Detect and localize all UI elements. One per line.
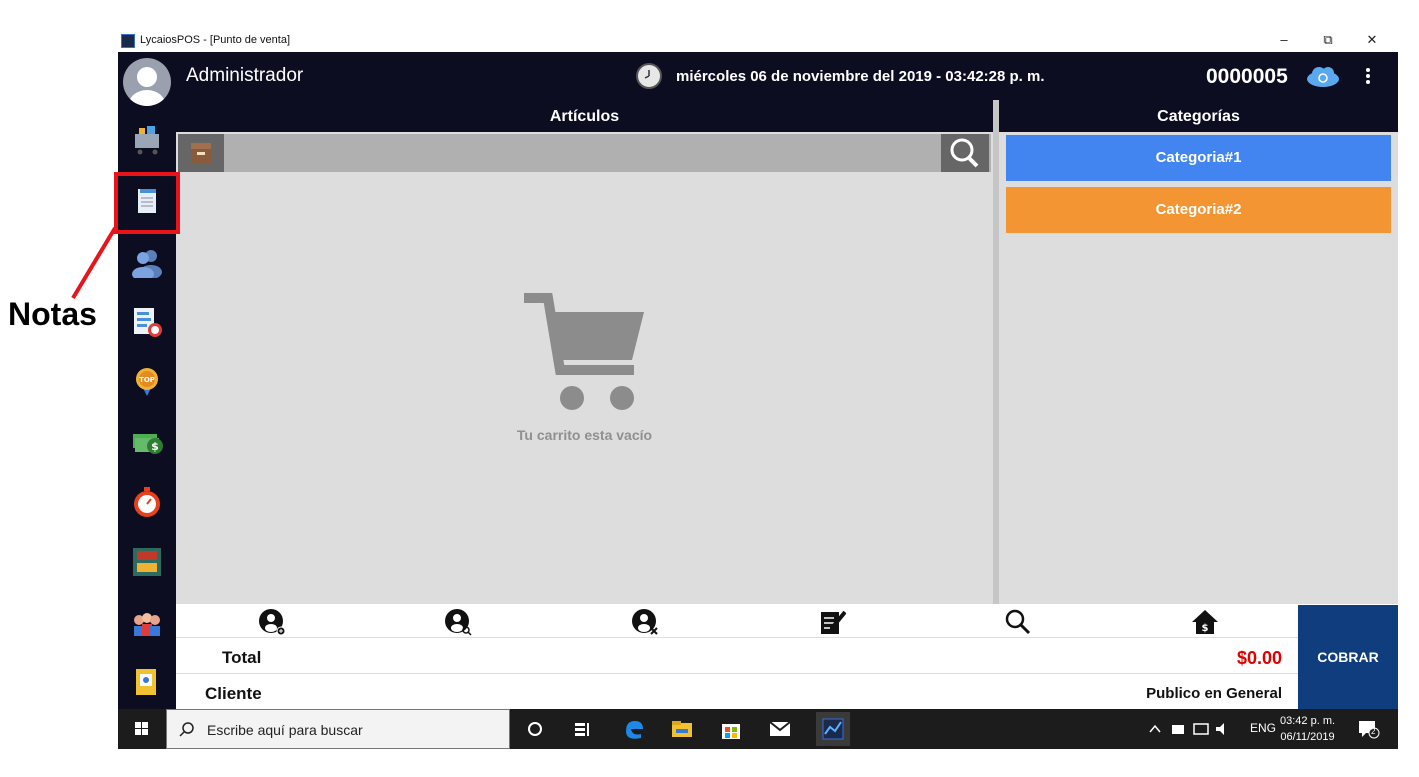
category-button-2[interactable]: Categoria#2 bbox=[1006, 187, 1391, 233]
windows-taskbar: Escribe aquí para buscar ENG 03:42 p. m.… bbox=[118, 709, 1398, 749]
articles-panel: Tu carrito esta vacío bbox=[176, 132, 993, 604]
timer-icon[interactable] bbox=[131, 486, 163, 518]
notas-arrow-line bbox=[71, 226, 117, 300]
categories-heading: Categorías bbox=[999, 100, 1398, 132]
cloud-sync-icon[interactable] bbox=[1306, 65, 1340, 87]
language-indicator[interactable]: ENG bbox=[1250, 721, 1276, 735]
top-badge-icon[interactable]: TOP bbox=[131, 366, 163, 398]
settings-doc-icon[interactable] bbox=[131, 666, 163, 698]
categories-panel: Categoria#1 Categoria#2 bbox=[999, 132, 1398, 604]
total-row: Total $0.00 bbox=[176, 638, 1298, 674]
client-row: Cliente Publico en General bbox=[176, 675, 1298, 709]
total-label: Total bbox=[222, 648, 262, 667]
store-icon[interactable] bbox=[719, 717, 743, 741]
money-icon[interactable]: $ bbox=[131, 426, 163, 458]
category-button-1[interactable]: Categoria#1 bbox=[1006, 135, 1391, 181]
client-label: Cliente bbox=[205, 684, 262, 703]
header-bar: Administrador miércoles 06 de noviembre … bbox=[176, 52, 1398, 100]
svg-text:$: $ bbox=[151, 440, 159, 453]
actions-toolbar: $ bbox=[176, 604, 1298, 638]
empty-cart-message: Tu carrito esta vacío bbox=[516, 427, 653, 443]
search-icon bbox=[179, 722, 194, 737]
notification-count: 2 bbox=[1371, 727, 1376, 736]
more-menu-icon[interactable] bbox=[1364, 66, 1372, 86]
file-explorer-icon[interactable] bbox=[670, 717, 694, 741]
taskbar-time: 03:42 p. m. bbox=[1280, 715, 1336, 727]
minimize-button[interactable]: – bbox=[1264, 30, 1304, 52]
clock-icon bbox=[636, 63, 662, 89]
restore-button[interactable]: ⧉ bbox=[1308, 30, 1348, 52]
svg-text:TOP: TOP bbox=[139, 376, 155, 384]
sale-number: 0000005 bbox=[1206, 65, 1288, 88]
mail-icon[interactable] bbox=[768, 717, 792, 741]
lycaiospos-taskbar-icon[interactable] bbox=[816, 712, 850, 746]
task-view-icon[interactable] bbox=[523, 717, 547, 741]
close-button[interactable]: ✕ bbox=[1352, 30, 1392, 52]
edge-browser-icon[interactable] bbox=[622, 717, 646, 741]
users-icon[interactable] bbox=[131, 608, 163, 640]
system-tray-icons[interactable] bbox=[1148, 721, 1238, 737]
taskbar-clock[interactable]: 03:42 p. m. 06/11/2019 bbox=[1280, 713, 1335, 745]
user-name: Administrador bbox=[186, 65, 304, 86]
total-value: $0.00 bbox=[1236, 648, 1282, 668]
search-client-icon[interactable] bbox=[444, 608, 472, 636]
taskbar-search-placeholder: Escribe aquí para buscar bbox=[207, 722, 363, 738]
notas-annotation-label: Notas bbox=[8, 296, 97, 332]
datetime-display: miércoles 06 de noviembre del 2019 - 03:… bbox=[676, 68, 1045, 85]
start-button[interactable] bbox=[118, 709, 166, 749]
timeline-icon[interactable] bbox=[570, 717, 594, 741]
svg-text:$: $ bbox=[1202, 623, 1209, 634]
cash-home-icon[interactable]: $ bbox=[1191, 608, 1219, 636]
add-client-icon[interactable] bbox=[258, 608, 286, 636]
taskbar-search-input[interactable]: Escribe aquí para buscar bbox=[166, 709, 510, 749]
window-titlebar: LycaiosPOS - [Punto de venta] – ⧉ ✕ bbox=[118, 30, 1398, 52]
notification-center-icon[interactable]: 2 bbox=[1358, 719, 1380, 739]
taskbar-date: 06/11/2019 bbox=[1280, 731, 1335, 743]
search-icon[interactable] bbox=[1004, 608, 1032, 636]
cobrar-button[interactable]: COBRAR bbox=[1298, 605, 1398, 709]
empty-cart-icon bbox=[516, 290, 656, 415]
search-button[interactable] bbox=[941, 134, 989, 172]
inventory-icon[interactable] bbox=[131, 546, 163, 578]
articles-heading: Artículos bbox=[176, 100, 993, 132]
edit-note-icon[interactable] bbox=[818, 608, 847, 636]
remove-client-icon[interactable] bbox=[631, 608, 659, 636]
article-search-input[interactable] bbox=[178, 134, 991, 172]
client-value: Publico en General bbox=[1146, 685, 1282, 702]
